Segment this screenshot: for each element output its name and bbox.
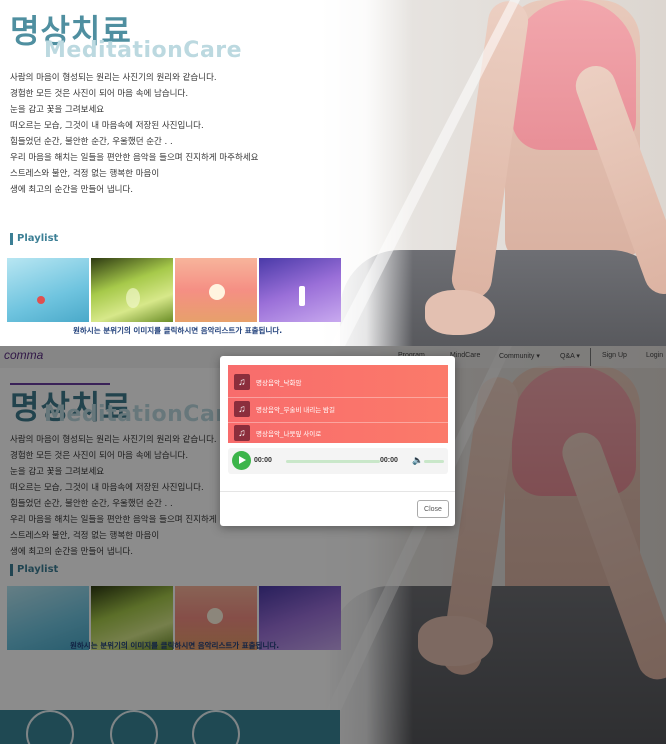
duration: 00:00	[380, 457, 398, 464]
music-note-icon: ♫	[234, 374, 250, 390]
track-title: 명상음악_나뭇잎 사이로	[256, 431, 322, 438]
music-playlist-modal: ♫ 명상음악_낙화암 ♫ 명상음악_무술비 내리는 밤길 ♫ 명상음악_나뭇잎 …	[220, 356, 455, 526]
thumbnail-moon-girl[interactable]	[175, 258, 257, 322]
track-list: ♫ 명상음악_낙화암 ♫ 명상음악_무술비 내리는 밤길 ♫ 명상음악_나뭇잎 …	[228, 365, 448, 443]
thumbnail-rainy-umbrella[interactable]	[7, 258, 89, 322]
track-title: 명상음악_낙화암	[256, 380, 302, 387]
music-note-icon: ♫	[234, 401, 250, 417]
thumbnail-night-couple[interactable]	[259, 258, 341, 322]
track-title: 명상음악_무술비 내리는 밤길	[256, 407, 335, 414]
music-note-icon: ♫	[234, 425, 250, 441]
seek-bar[interactable]	[286, 460, 380, 463]
playlist-thumbnails	[7, 258, 341, 322]
audio-player: 00:00 00:00 🔈	[228, 448, 448, 474]
page-title-en: MeditationCare	[44, 38, 243, 63]
playlist-heading: Playlist	[10, 233, 58, 245]
playlist-caption: 원하시는 분위기의 이미지를 클릭하시면 음악리스트가 표출됩니다.	[73, 326, 283, 335]
play-button[interactable]	[232, 451, 251, 470]
track-item[interactable]: ♫ 명상음악_낙화암	[234, 372, 301, 392]
thumbnail-forest[interactable]	[91, 258, 173, 322]
meditation-page-top: 명상치료 MeditationCare 사람의 마음이 형성되는 원리는 사진기…	[0, 0, 666, 346]
volume-slider[interactable]	[424, 460, 444, 463]
track-item[interactable]: ♫ 명상음악_나뭇잎 사이로	[234, 423, 321, 443]
track-item[interactable]: ♫ 명상음악_무술비 내리는 밤길	[234, 399, 335, 419]
volume-icon[interactable]: 🔈	[412, 455, 423, 466]
intro-paragraph: 사람의 마음이 형성되는 원리는 사진기의 원리와 같습니다. 경험한 모든 것…	[10, 73, 259, 195]
current-time: 00:00	[254, 457, 272, 464]
close-button[interactable]: Close	[417, 500, 449, 518]
